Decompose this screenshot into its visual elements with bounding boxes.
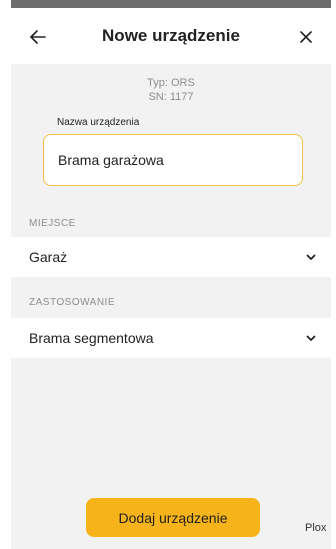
brand-logo: Plox — [305, 522, 327, 534]
close-button[interactable] — [289, 20, 323, 54]
chevron-down-icon — [306, 335, 316, 341]
name-field-label: Nazwa urządzenia — [57, 117, 140, 128]
place-section-label: MIEJSCE — [29, 218, 76, 229]
arrow-left-icon — [30, 30, 46, 44]
device-name-input[interactable]: Brama garażowa — [43, 134, 303, 186]
usage-value: Brama segmentowa — [29, 330, 154, 346]
place-select[interactable]: Garaż — [11, 237, 331, 277]
device-meta: Typ: ORS SN: 1177 — [11, 76, 331, 104]
status-bar — [11, 0, 331, 8]
chevron-down-icon — [306, 254, 316, 260]
close-icon — [300, 31, 312, 43]
place-value: Garaż — [29, 249, 68, 265]
device-serial: SN: 1177 — [148, 91, 194, 103]
usage-section-label: ZASTOSOWANIE — [29, 297, 116, 308]
page-title: Nowe urządzenie — [102, 26, 240, 45]
device-name-value: Brama garażowa — [58, 152, 164, 168]
usage-select[interactable]: Brama segmentowa — [11, 318, 331, 358]
back-button[interactable] — [21, 20, 55, 54]
header: Nowe urządzenie — [11, 8, 331, 64]
app-screen: Nowe urządzenie Typ: ORS SN: 1177 Nazwa … — [11, 0, 331, 549]
device-type: Typ: ORS — [147, 77, 195, 89]
add-device-button[interactable]: Dodaj urządzenie — [86, 498, 260, 537]
